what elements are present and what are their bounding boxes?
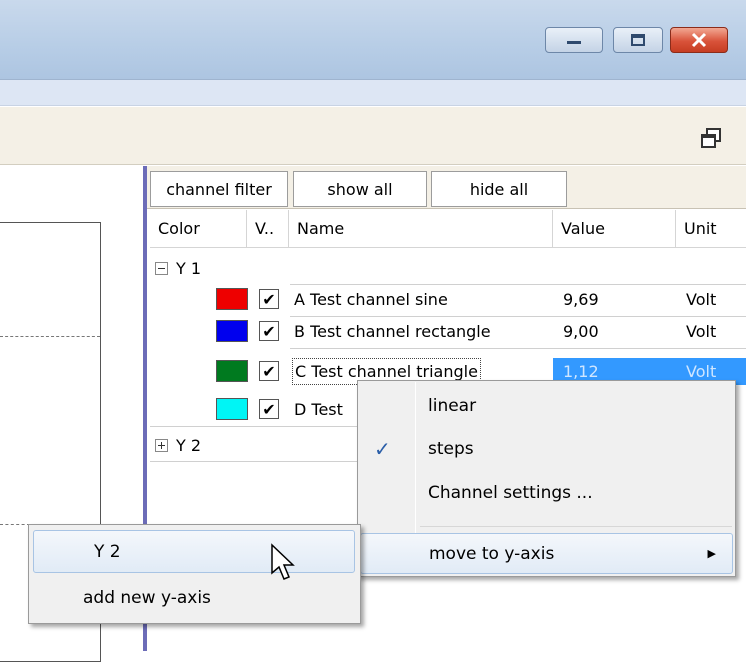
tree-group-y1[interactable]: Y 1	[155, 253, 201, 283]
minimize-button[interactable]	[545, 27, 603, 53]
channel-color-swatch[interactable]	[216, 398, 248, 420]
tree-group-y2[interactable]: Y 2	[155, 430, 201, 460]
channel-visible-checkbox[interactable]: ✔	[259, 289, 279, 309]
menu-item-label: Channel settings ...	[428, 483, 593, 503]
close-icon	[691, 32, 707, 48]
hide-all-button[interactable]: hide all	[431, 171, 567, 207]
maximize-icon	[631, 34, 645, 46]
submenu-arrow-icon: ▶	[707, 547, 716, 560]
checkmark-icon: ✓	[374, 437, 391, 461]
channel-visible-checkbox[interactable]: ✔	[259, 321, 279, 341]
row-divider	[290, 348, 746, 349]
channel-name: B Test channel rectangle	[294, 321, 491, 341]
chart-gridline	[0, 524, 30, 525]
channel-color-swatch[interactable]	[216, 320, 248, 342]
chart-gridline	[0, 336, 100, 337]
channel-color-swatch[interactable]	[216, 360, 248, 382]
column-header-name[interactable]: Name	[289, 210, 553, 248]
mouse-cursor-icon	[270, 543, 300, 587]
channel-visible-checkbox[interactable]: ✔	[259, 399, 279, 419]
menu-item-channel-settings[interactable]: Channel settings ...	[358, 473, 735, 513]
submenu-item-y2[interactable]: Y 2	[33, 530, 355, 573]
submenu-item-add-new-y-axis[interactable]: add new y-axis	[33, 578, 355, 618]
menu-item-label: steps	[428, 439, 474, 459]
menu-item-linear[interactable]: linear	[358, 386, 735, 426]
column-header-color[interactable]: Color	[150, 210, 247, 248]
menu-bar	[0, 80, 746, 106]
channel-name: D Test	[294, 399, 343, 419]
channel-visible-checkbox[interactable]: ✔	[259, 361, 279, 381]
channel-filter-button[interactable]: channel filter	[150, 171, 288, 207]
minimize-icon	[567, 41, 581, 44]
group-label: Y 1	[176, 258, 202, 278]
column-header-unit[interactable]: Unit	[676, 210, 746, 248]
menu-item-label: linear	[428, 396, 477, 416]
channel-color-swatch[interactable]	[216, 288, 248, 310]
channel-name: A Test channel sine	[294, 289, 448, 309]
expand-icon[interactable]	[155, 438, 168, 452]
channel-value: 9,69	[563, 289, 599, 309]
restore-window-icon[interactable]	[700, 127, 722, 149]
channel-unit: Volt	[686, 289, 717, 309]
menu-separator	[420, 526, 732, 527]
channel-value: 9,00	[563, 321, 599, 341]
show-all-button[interactable]: show all	[293, 171, 427, 207]
maximize-button[interactable]	[613, 27, 663, 53]
channel-unit: Volt	[686, 321, 717, 341]
column-header-visible[interactable]: V..	[247, 210, 289, 248]
row-divider	[150, 461, 360, 462]
collapse-icon[interactable]	[155, 261, 168, 275]
toolbar	[0, 107, 746, 165]
menu-item-move-to-y-axis[interactable]: move to y-axis ▶	[360, 533, 733, 574]
column-header-value[interactable]: Value	[553, 210, 676, 248]
group-label: Y 2	[176, 435, 202, 455]
menu-item-label: move to y-axis	[429, 543, 555, 564]
menu-item-steps[interactable]: ✓ steps	[358, 429, 735, 469]
row-divider	[150, 426, 360, 427]
close-button[interactable]	[670, 27, 728, 53]
